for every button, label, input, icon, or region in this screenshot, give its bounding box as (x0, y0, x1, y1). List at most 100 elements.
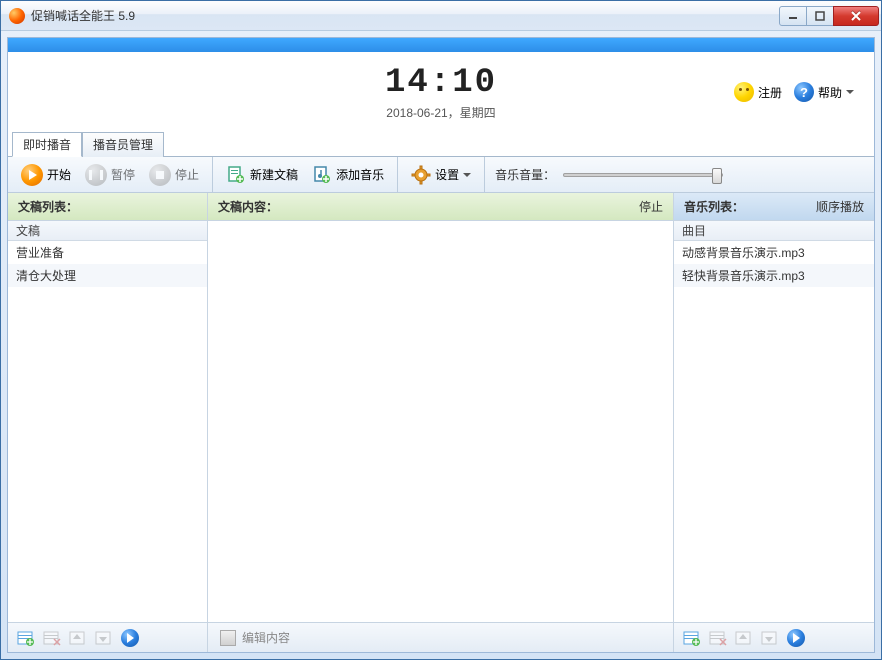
app-icon (9, 8, 25, 24)
stop-button[interactable]: 停止 (142, 161, 206, 189)
script-list-panel: 文稿列表： 文稿 营业准备 清仓大处理 (8, 193, 208, 652)
music-move-down-button[interactable] (758, 627, 782, 649)
edit-content-button[interactable]: 编辑内容 (220, 629, 290, 646)
minimize-icon (788, 11, 798, 21)
register-label: 注册 (758, 84, 782, 101)
stop-icon (149, 164, 171, 186)
header-actions: 注册 ? 帮助 (734, 82, 874, 102)
move-up-icon (69, 630, 87, 646)
content-panel: 文稿内容： 停止 编辑内容 (208, 193, 674, 652)
header: 14:10 2018-06-21，星期四 注册 ? 帮助 (8, 52, 874, 132)
close-button[interactable] (833, 6, 879, 26)
volume-group: 音乐音量： (485, 157, 874, 192)
tab-bar: 即时播音 播音员管理 (8, 132, 874, 157)
window-title: 促销喊话全能王 5.9 (31, 7, 780, 24)
smiley-icon (734, 82, 754, 102)
list-item[interactable]: 营业准备 (8, 241, 207, 264)
help-button[interactable]: ? 帮助 (794, 82, 854, 102)
add-music-icon (312, 165, 332, 185)
music-list-panel: 音乐列表： 顺序播放 曲目 动感背景音乐演示.mp3 轻快背景音乐演示.mp3 (674, 193, 874, 652)
content-body (208, 221, 673, 622)
play-item-button[interactable] (118, 627, 142, 649)
list-item[interactable]: 清仓大处理 (8, 264, 207, 287)
app-window: 促销喊话全能王 5.9 14:10 2018-06-21，星期四 注册 (0, 0, 882, 660)
play-mode[interactable]: 顺序播放 (816, 198, 864, 215)
list-item[interactable]: 动感背景音乐演示.mp3 (674, 241, 874, 264)
chevron-down-icon (463, 173, 471, 177)
slider-thumb[interactable] (712, 168, 722, 184)
script-list-header: 文稿列表： (8, 193, 207, 221)
decorative-strip (8, 38, 874, 52)
maximize-icon (815, 11, 825, 21)
play-icon (21, 164, 43, 186)
script-list-subheader: 文稿 (8, 221, 207, 241)
content-status: 停止 (639, 198, 663, 215)
start-button[interactable]: 开始 (14, 161, 78, 189)
add-row-icon (17, 630, 35, 646)
new-doc-label: 新建文稿 (250, 166, 298, 183)
edit-icon (220, 630, 236, 646)
music-move-up-button[interactable] (732, 627, 756, 649)
client-area: 14:10 2018-06-21，星期四 注册 ? 帮助 即时播音 播音员管理 (7, 37, 875, 653)
main-content: 文稿列表： 文稿 营业准备 清仓大处理 (8, 193, 874, 652)
content-title: 文稿内容： (218, 198, 278, 215)
move-down-icon (761, 630, 779, 646)
volume-slider[interactable] (563, 173, 723, 177)
settings-button[interactable]: 设置 (404, 162, 478, 188)
clock-date: 2018-06-21，星期四 (385, 104, 497, 121)
music-list-body: 动感背景音乐演示.mp3 轻快背景音乐演示.mp3 (674, 241, 874, 622)
music-list-title: 音乐列表： (684, 198, 744, 215)
add-music-item-button[interactable] (680, 627, 704, 649)
remove-row-icon (709, 630, 727, 646)
move-down-icon (95, 630, 113, 646)
music-list-header: 音乐列表： 顺序播放 (674, 193, 874, 221)
titlebar: 促销喊话全能王 5.9 (1, 1, 881, 31)
new-doc-button[interactable]: 新建文稿 (219, 162, 305, 188)
close-icon (850, 10, 862, 22)
clock-block: 14:10 2018-06-21，星期四 (385, 64, 497, 121)
stop-label: 停止 (175, 166, 199, 183)
toolbar: 开始 暂停 停止 新建文稿 (8, 157, 874, 193)
script-list-body: 营业准备 清仓大处理 (8, 241, 207, 622)
music-list-footer (674, 622, 874, 652)
register-button[interactable]: 注册 (734, 82, 782, 102)
move-up-button[interactable] (66, 627, 90, 649)
pause-label: 暂停 (111, 166, 135, 183)
new-doc-icon (226, 165, 246, 185)
list-item[interactable]: 轻快背景音乐演示.mp3 (674, 264, 874, 287)
remove-item-button[interactable] (40, 627, 64, 649)
start-label: 开始 (47, 166, 71, 183)
volume-label: 音乐音量： (495, 166, 555, 183)
content-header: 文稿内容： 停止 (208, 193, 673, 221)
settings-label: 设置 (435, 166, 459, 183)
play-small-icon (787, 629, 805, 647)
window-controls (780, 6, 879, 26)
move-up-icon (735, 630, 753, 646)
file-group: 新建文稿 添加音乐 (213, 157, 398, 192)
play-music-button[interactable] (784, 627, 808, 649)
clock-time: 14:10 (385, 64, 497, 102)
content-footer: 编辑内容 (208, 622, 673, 652)
music-list-subheader: 曲目 (674, 221, 874, 241)
playback-group: 开始 暂停 停止 (8, 157, 213, 192)
remove-row-icon (43, 630, 61, 646)
script-list-footer (8, 622, 207, 652)
script-list-title: 文稿列表： (18, 198, 78, 215)
gear-icon (411, 165, 431, 185)
play-small-icon (121, 629, 139, 647)
add-music-label: 添加音乐 (336, 166, 384, 183)
move-down-button[interactable] (92, 627, 116, 649)
edit-content-label: 编辑内容 (242, 629, 290, 646)
help-icon: ? (794, 82, 814, 102)
add-music-button[interactable]: 添加音乐 (305, 162, 391, 188)
minimize-button[interactable] (779, 6, 807, 26)
tab-announcer-manage[interactable]: 播音员管理 (82, 132, 164, 157)
pause-button[interactable]: 暂停 (78, 161, 142, 189)
settings-group: 设置 (398, 157, 485, 192)
maximize-button[interactable] (806, 6, 834, 26)
pause-icon (85, 164, 107, 186)
remove-music-item-button[interactable] (706, 627, 730, 649)
add-item-button[interactable] (14, 627, 38, 649)
chevron-down-icon (846, 90, 854, 94)
tab-instant-broadcast[interactable]: 即时播音 (12, 132, 82, 157)
